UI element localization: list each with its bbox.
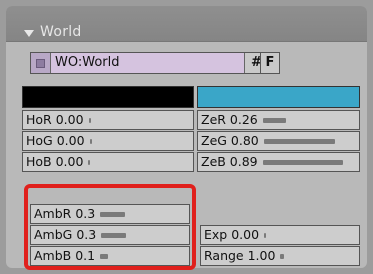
triangle-down-icon[interactable] — [24, 30, 34, 37]
horizon-color-swatch[interactable] — [22, 86, 194, 108]
zenith-blue-slider[interactable]: ZeB 0.89 — [197, 152, 360, 172]
slider-fill — [263, 160, 343, 165]
slider-fill — [263, 118, 286, 123]
range-slider[interactable]: Range 1.00 — [200, 246, 360, 266]
horizon-blue-slider[interactable]: HoB 0.00 — [22, 152, 194, 172]
slider-label: Exp 0.00 — [204, 227, 260, 242]
slider-fill — [89, 118, 91, 123]
slider-label: HoB 0.00 — [26, 154, 84, 169]
fake-user-button[interactable]: F — [260, 52, 280, 74]
slider-label: HoG 0.00 — [26, 133, 85, 148]
slider-label: ZeB 0.89 — [201, 154, 258, 169]
zenith-green-slider[interactable]: ZeG 0.80 — [197, 131, 360, 151]
horizon-red-slider[interactable]: HoR 0.00 — [22, 110, 194, 130]
zenith-red-slider[interactable]: ZeR 0.26 — [197, 110, 360, 130]
horizon-green-slider[interactable]: HoG 0.00 — [22, 131, 194, 151]
zenith-color-swatch[interactable] — [197, 86, 360, 108]
world-datablock-icon[interactable] — [31, 53, 51, 73]
slider-fill — [280, 254, 284, 259]
slider-label: HoR 0.00 — [26, 112, 84, 127]
slider-fill — [90, 139, 92, 144]
slider-fill — [88, 160, 90, 165]
slider-fill — [264, 139, 335, 144]
slider-fill — [264, 233, 266, 238]
slider-label: ZeR 0.26 — [201, 112, 258, 127]
slider-label: Range 1.00 — [204, 248, 276, 263]
slider-label: ZeG 0.80 — [201, 133, 259, 148]
exposure-slider[interactable]: Exp 0.00 — [200, 225, 360, 245]
panel-title: World — [40, 24, 82, 40]
datablock-name-field[interactable]: WO:World — [51, 53, 244, 73]
highlight-annotation — [24, 184, 196, 270]
datablock-browser[interactable]: WO:World # — [30, 52, 269, 74]
